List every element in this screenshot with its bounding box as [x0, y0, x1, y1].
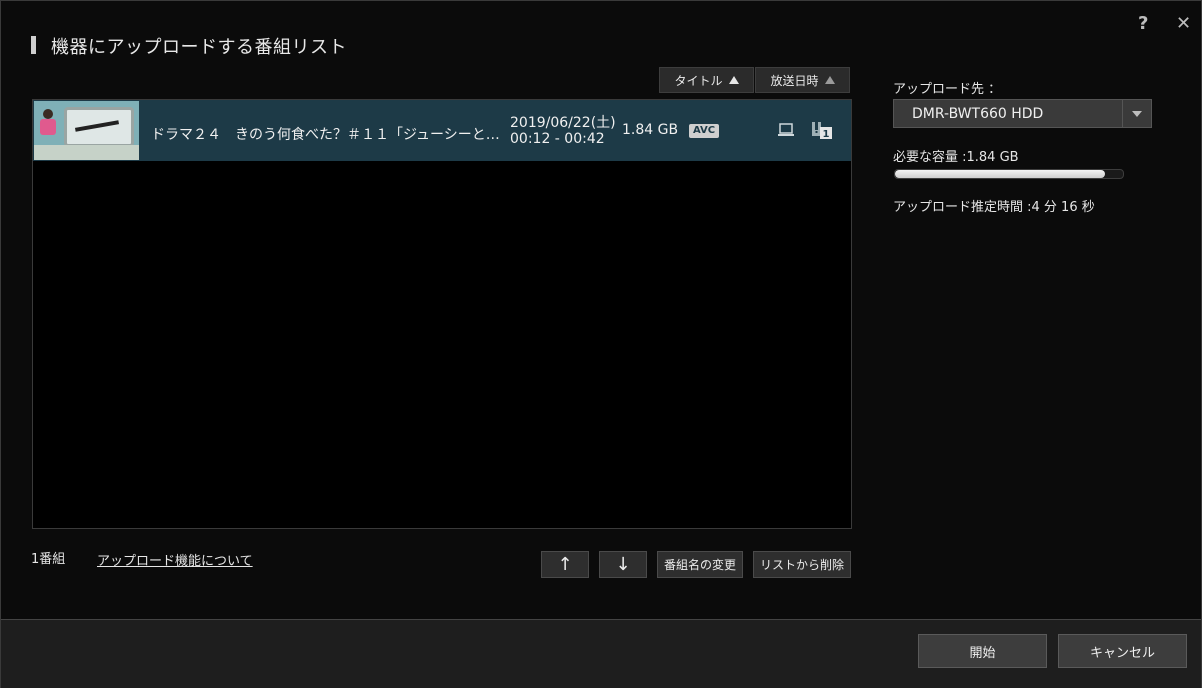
thumbnail-person — [40, 119, 56, 135]
capacity-bar-fill — [895, 170, 1105, 178]
program-size: 1.84 GB — [622, 122, 679, 138]
sort-ascending-icon — [824, 76, 835, 84]
move-down-button[interactable]: ↓ — [599, 551, 647, 578]
destination-select[interactable]: DMR-BWT660 HDD — [893, 99, 1152, 128]
cancel-button[interactable]: キャンセル — [1058, 634, 1187, 668]
program-time: 00:12 - 00:42 — [510, 131, 605, 147]
remove-from-list-button[interactable]: リストから削除 — [753, 551, 851, 578]
dubbing-count-icon: 1 — [812, 121, 832, 140]
list-item[interactable]: ドラマ２４ きのう何食べた？＃１１「ジューシーと… 2019/06/22(土) … — [33, 100, 851, 161]
sort-by-date-button[interactable]: 放送日時 — [755, 67, 850, 93]
move-up-button[interactable]: ↑ — [541, 551, 589, 578]
chevron-down-icon — [1132, 111, 1142, 117]
capacity-bar — [894, 169, 1124, 179]
rename-button[interactable]: 番組名の変更 — [657, 551, 743, 578]
sort-by-title-button[interactable]: タイトル — [659, 67, 754, 93]
dub-count: 1 — [823, 129, 830, 140]
about-upload-link[interactable]: アップロード機能について — [97, 550, 253, 569]
codec-badge: AVC — [689, 124, 720, 138]
thumbnail-board — [64, 107, 134, 147]
program-title: ドラマ２４ きのう何食べた？＃１１「ジューシーと… — [151, 127, 500, 143]
program-list[interactable]: ドラマ２４ きのう何食べた？＃１１「ジューシーと… 2019/06/22(土) … — [32, 99, 852, 529]
required-capacity-label: 必要な容量 :1.84 GB — [893, 150, 1019, 165]
program-date: 2019/06/22(土) — [510, 115, 616, 131]
thumbnail-table — [34, 145, 139, 160]
sort-ascending-icon — [728, 76, 739, 84]
program-count: 1番組 — [31, 552, 66, 567]
close-icon[interactable]: ✕ — [1176, 13, 1191, 34]
estimated-time-label: アップロード推定時間 :4 分 16 秒 — [893, 200, 1095, 215]
destination-label: アップロード先 ： — [893, 82, 1002, 97]
thumbnail-head — [43, 109, 53, 119]
sort-date-label: 放送日時 — [770, 73, 819, 88]
program-thumbnail — [34, 101, 139, 160]
title-accent-bar — [31, 36, 36, 54]
sort-title-label: タイトル — [674, 73, 723, 88]
start-button[interactable]: 開始 — [918, 634, 1047, 668]
dialog-footer: 開始 キャンセル — [1, 619, 1201, 688]
upload-dialog: 機器にアップロードする番組リスト ? ✕ タイトル 放送日時 ドラマ２４ きのう… — [0, 0, 1202, 688]
dialog-title: 機器にアップロードする番組リスト — [51, 37, 347, 58]
dropdown-arrow-box[interactable] — [1122, 100, 1151, 127]
device-icon — [778, 123, 794, 136]
help-icon[interactable]: ? — [1138, 13, 1148, 34]
destination-value: DMR-BWT660 HDD — [912, 106, 1044, 122]
